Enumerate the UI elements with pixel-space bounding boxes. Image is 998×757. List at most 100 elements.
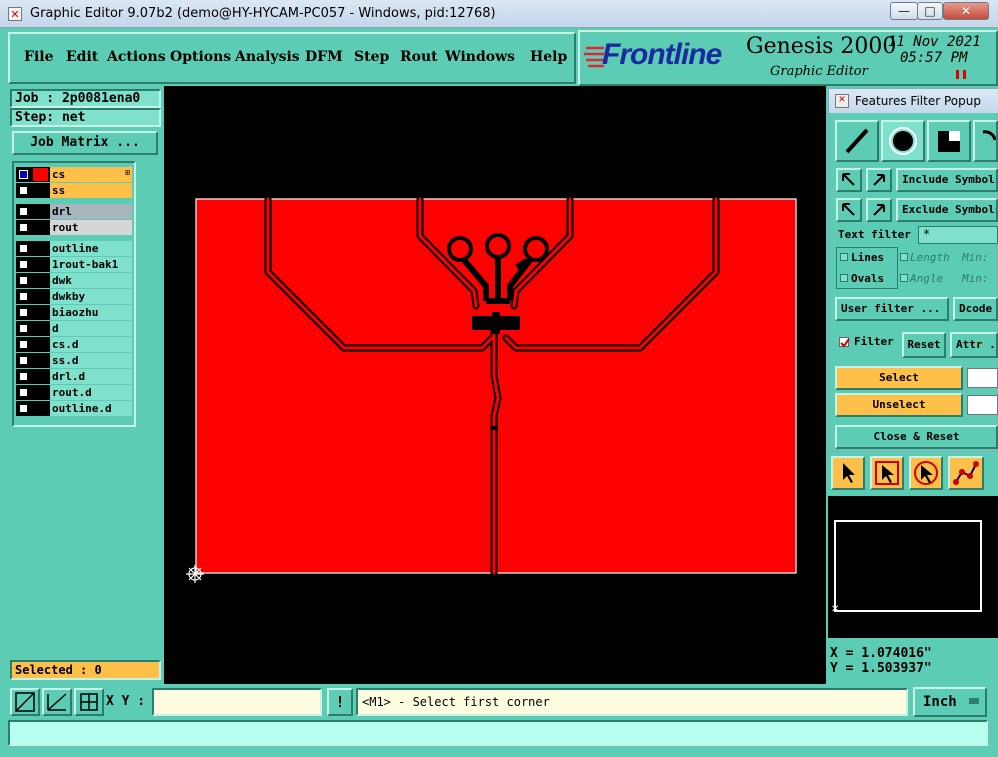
layer-row-dwk[interactable]: dwk bbox=[16, 273, 132, 288]
select-tool-button[interactable] bbox=[870, 456, 904, 490]
exclude-pick-button[interactable] bbox=[866, 198, 892, 222]
pointer-tool-button[interactable] bbox=[831, 456, 865, 490]
exclude-arrow-button[interactable] bbox=[836, 198, 862, 222]
text-filter-input[interactable]: * bbox=[918, 226, 998, 244]
layer-color-swatch[interactable] bbox=[33, 402, 48, 415]
layer-row-biaozhu[interactable]: biaozhu bbox=[16, 305, 132, 320]
layer-checkbox[interactable] bbox=[19, 244, 28, 253]
layer-checkbox[interactable] bbox=[19, 308, 28, 317]
include-symbols-button[interactable]: Include Symbols bbox=[896, 168, 998, 192]
menu-help[interactable]: Help bbox=[530, 49, 567, 65]
snap-tool-button[interactable] bbox=[10, 688, 40, 716]
exclude-symbols-button[interactable]: Exclude Symbols bbox=[896, 198, 998, 222]
close-button[interactable]: ✕ bbox=[943, 2, 989, 20]
layer-row-d[interactable]: d bbox=[16, 321, 132, 336]
layer-name[interactable]: d bbox=[50, 321, 132, 336]
layer-row-1rout-bak1[interactable]: 1rout-bak1 bbox=[16, 257, 132, 272]
grid-tool-button[interactable] bbox=[74, 688, 104, 716]
menu-rout[interactable]: Rout bbox=[400, 49, 438, 65]
overview-panel[interactable]: ✕ bbox=[828, 496, 998, 638]
lines-checkbox[interactable] bbox=[840, 253, 848, 261]
feature-pad-button[interactable] bbox=[881, 120, 925, 162]
layer-checkbox[interactable] bbox=[19, 292, 28, 301]
layer-checkbox[interactable] bbox=[19, 223, 28, 232]
measure-tool-button[interactable] bbox=[42, 688, 72, 716]
minimize-button[interactable]: — bbox=[890, 2, 918, 20]
menu-dfm[interactable]: DFM bbox=[305, 49, 343, 65]
layer-name[interactable]: 1rout-bak1 bbox=[50, 257, 132, 272]
units-dropdown[interactable]: Inch bbox=[913, 687, 987, 717]
layer-color-swatch[interactable] bbox=[33, 322, 48, 335]
include-arrow-button[interactable] bbox=[836, 168, 862, 192]
menu-options[interactable]: Options bbox=[170, 49, 231, 65]
length-checkbox[interactable] bbox=[900, 253, 908, 261]
layer-row-drl[interactable]: drl bbox=[16, 204, 132, 219]
layer-name[interactable]: ss bbox=[50, 183, 132, 198]
layer-color-swatch[interactable] bbox=[33, 386, 48, 399]
include-pick-button[interactable] bbox=[866, 168, 892, 192]
pause-icon[interactable] bbox=[956, 70, 966, 79]
menu-step[interactable]: Step bbox=[354, 49, 389, 65]
layer-row-drl-d[interactable]: drl.d bbox=[16, 369, 132, 384]
menu-analysis[interactable]: Analysis bbox=[235, 49, 300, 65]
layer-color-swatch[interactable] bbox=[33, 221, 48, 234]
reset-button[interactable]: Reset bbox=[902, 332, 946, 358]
dcode-button[interactable]: Dcode bbox=[953, 297, 998, 321]
layer-row-outline-d[interactable]: outline.d bbox=[16, 401, 132, 416]
layer-name[interactable]: dwk bbox=[50, 273, 132, 288]
net-tool-button[interactable] bbox=[948, 456, 984, 490]
layer-name[interactable]: outline bbox=[50, 241, 132, 256]
layer-color-swatch[interactable] bbox=[33, 338, 48, 351]
layer-name[interactable]: rout.d bbox=[50, 385, 132, 400]
select-button[interactable]: Select bbox=[835, 366, 963, 390]
layer-name[interactable]: cs.d bbox=[50, 337, 132, 352]
layer-row-ss-d[interactable]: ss.d bbox=[16, 353, 132, 368]
feature-arc-button[interactable] bbox=[973, 120, 998, 162]
layer-checkbox[interactable] bbox=[19, 170, 28, 179]
layer-row-cs[interactable]: cs ⊞ bbox=[16, 167, 132, 182]
graphics-canvas[interactable] bbox=[164, 86, 826, 684]
layer-name[interactable]: outline.d bbox=[50, 401, 132, 416]
job-matrix-button[interactable]: Job Matrix ... bbox=[12, 131, 158, 155]
menu-file[interactable]: File bbox=[24, 49, 53, 65]
layer-row-cs-d[interactable]: cs.d bbox=[16, 337, 132, 352]
layer-color-swatch[interactable] bbox=[33, 205, 48, 218]
layer-color-swatch[interactable] bbox=[33, 242, 48, 255]
layer-name[interactable]: rout bbox=[50, 220, 132, 235]
feature-surface-button[interactable] bbox=[927, 120, 971, 162]
layer-name[interactable]: ss.d bbox=[50, 353, 132, 368]
layer-row-rout[interactable]: rout bbox=[16, 220, 132, 235]
feature-line-button[interactable] bbox=[835, 120, 879, 162]
menu-edit[interactable]: Edit bbox=[66, 49, 98, 65]
layer-checkbox[interactable] bbox=[19, 260, 28, 269]
command-line[interactable] bbox=[8, 720, 988, 746]
filter-checkbox[interactable] bbox=[839, 337, 850, 348]
layer-checkbox[interactable] bbox=[19, 340, 28, 349]
layer-name[interactable]: dwkby bbox=[50, 289, 132, 304]
layer-checkbox[interactable] bbox=[19, 372, 28, 381]
layer-color-swatch[interactable] bbox=[33, 168, 48, 181]
layer-row-outline[interactable]: outline bbox=[16, 241, 132, 256]
layer-color-swatch[interactable] bbox=[33, 290, 48, 303]
layer-checkbox[interactable] bbox=[19, 276, 28, 285]
layer-color-swatch[interactable] bbox=[33, 184, 48, 197]
layer-color-swatch[interactable] bbox=[33, 258, 48, 271]
maximize-button[interactable]: □ bbox=[917, 2, 943, 20]
angle-checkbox[interactable] bbox=[900, 274, 908, 282]
xy-input[interactable] bbox=[152, 688, 322, 716]
layer-row-dwkby[interactable]: dwkby bbox=[16, 289, 132, 304]
user-filter-button[interactable]: User filter ... bbox=[835, 297, 949, 321]
layer-checkbox[interactable] bbox=[19, 404, 28, 413]
ovals-checkbox[interactable] bbox=[840, 274, 848, 282]
layer-name[interactable]: cs bbox=[50, 167, 132, 182]
attr-button[interactable]: Attr ... bbox=[950, 332, 998, 358]
layer-color-swatch[interactable] bbox=[33, 354, 48, 367]
layer-name[interactable]: biaozhu bbox=[50, 305, 132, 320]
layer-name[interactable]: drl.d bbox=[50, 369, 132, 384]
layer-color-swatch[interactable] bbox=[33, 306, 48, 319]
menu-actions[interactable]: Actions bbox=[107, 49, 166, 65]
layer-row-rout-d[interactable]: rout.d bbox=[16, 385, 132, 400]
layer-name[interactable]: drl bbox=[50, 204, 132, 219]
layer-row-ss[interactable]: ss bbox=[16, 183, 132, 198]
layer-checkbox[interactable] bbox=[19, 186, 28, 195]
